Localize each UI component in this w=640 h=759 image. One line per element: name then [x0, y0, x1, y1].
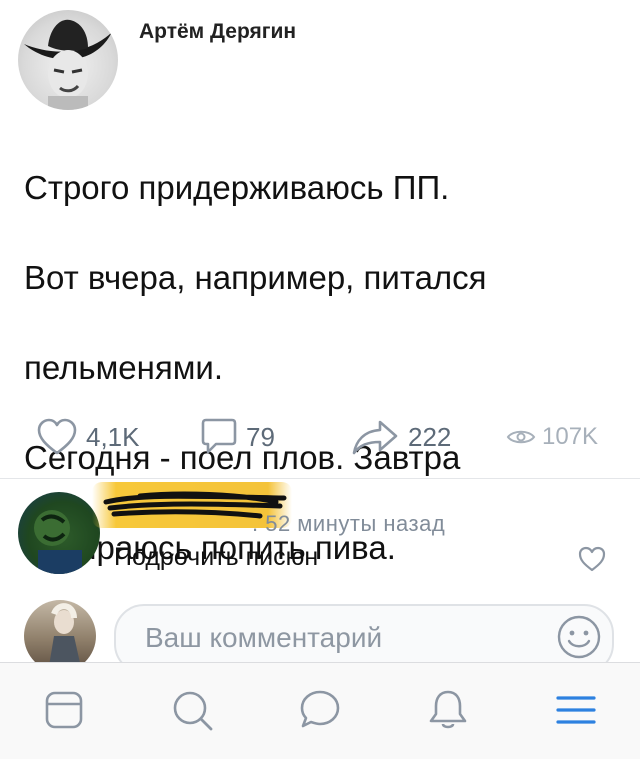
views-count: 107K — [542, 423, 599, 450]
post-text: Строго придерживаюсь ПП. Вот вчера, напр… — [24, 120, 624, 615]
comment-text: Подрочить писюн — [114, 543, 319, 571]
comment-input-placeholder: Ваш комментарий — [145, 622, 383, 653]
share-button[interactable]: 222 — [350, 412, 451, 462]
comment-time: . 52 минуты назад — [252, 511, 446, 536]
post-text-line: Строго придерживаюсь ПП. — [24, 169, 450, 206]
search-icon[interactable] — [168, 686, 216, 734]
author-name[interactable]: Артём Дерягин — [139, 20, 296, 44]
post-text-line: пельменями. — [24, 349, 223, 386]
menu-icon[interactable] — [552, 686, 600, 734]
eye-icon — [506, 430, 536, 444]
commenter-avatar[interactable] — [18, 492, 100, 574]
share-count: 222 — [408, 421, 452, 452]
comment-count: 79 — [246, 421, 275, 452]
comment-icon — [201, 418, 237, 454]
comment-like-heart-icon[interactable] — [577, 545, 607, 573]
views-counter: 107K — [506, 412, 598, 462]
emoji-icon[interactable] — [556, 614, 602, 660]
share-icon — [352, 420, 398, 455]
divider — [0, 478, 640, 479]
heart-icon — [37, 418, 77, 455]
post-text-line: Вот вчера, например, питался — [24, 259, 487, 296]
news-icon[interactable] — [40, 686, 88, 734]
author-avatar[interactable] — [18, 10, 118, 110]
like-button[interactable]: 4,1K — [36, 412, 140, 462]
comment-button[interactable]: 79 — [200, 412, 275, 462]
post-actions: 4,1K 79 222 107K — [0, 412, 640, 462]
notifications-icon[interactable] — [424, 686, 472, 734]
messages-icon[interactable] — [296, 686, 344, 734]
like-count: 4,1K — [86, 421, 140, 452]
